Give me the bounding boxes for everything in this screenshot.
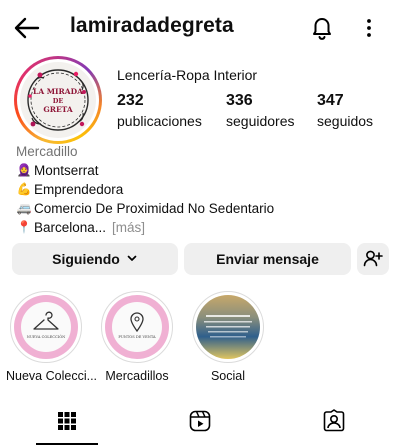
profile-bio: Mercadillo 🧕 Montserrat 💪 Emprendedora 🚐… bbox=[16, 142, 274, 237]
avatar-logo-text-1: LA MIRADA bbox=[33, 87, 83, 96]
map-pin-icon: 📍 bbox=[16, 220, 32, 234]
profile-tab-bar bbox=[0, 400, 400, 447]
highlight-cover: NUEVA COLECCIÓN bbox=[14, 295, 78, 359]
reels-icon bbox=[188, 409, 212, 438]
stat-following-value: 347 bbox=[317, 92, 344, 109]
send-message-button[interactable]: Enviar mensaje bbox=[184, 243, 351, 275]
bio-line-text: Montserrat bbox=[34, 163, 99, 178]
bio-line: 🚐 Comercio De Proximidad No Sedentario bbox=[16, 199, 275, 218]
chevron-down-icon bbox=[126, 251, 138, 267]
story-ring[interactable]: LA MIRADA DE GRETA bbox=[14, 56, 102, 144]
bio-line-text: Barcelona... bbox=[34, 220, 107, 235]
van-icon: 🚐 bbox=[16, 201, 32, 215]
tab-reels[interactable] bbox=[133, 400, 266, 447]
highlight-mercadillos[interactable]: PUNTOS DE VENTA Mercadillos bbox=[97, 291, 177, 383]
back-arrow-icon[interactable] bbox=[12, 14, 42, 42]
highlight-cover-text: NUEVA COLECCIÓN bbox=[27, 334, 66, 339]
flexed-biceps-icon: 💪 bbox=[16, 182, 32, 196]
highlight-cover bbox=[196, 295, 260, 359]
bio-line: 🧕 Montserrat bbox=[16, 161, 274, 180]
following-button-label: Siguiendo bbox=[52, 251, 120, 267]
highlight-cover: PUNTOS DE VENTA bbox=[105, 295, 169, 359]
highlight-cover-text: PUNTOS DE VENTA bbox=[118, 335, 156, 339]
grid-icon bbox=[56, 410, 78, 437]
tab-grid[interactable] bbox=[0, 400, 133, 447]
highlight-label: Mercadillos bbox=[105, 369, 169, 383]
bell-icon[interactable] bbox=[309, 14, 335, 42]
stat-posts[interactable]: 232 publicaciones bbox=[117, 92, 202, 129]
top-bar: lamiradadegreta bbox=[0, 0, 400, 56]
stat-followers[interactable]: 336 seguidores bbox=[226, 92, 295, 129]
add-person-icon bbox=[363, 249, 383, 270]
profile-category: Lencería-Ropa Interior bbox=[117, 67, 258, 83]
highlight-nueva-coleccion[interactable]: NUEVA COLECCIÓN Nueva Colecci... bbox=[6, 291, 98, 383]
stat-following-label: seguidos bbox=[317, 113, 374, 129]
tab-tagged[interactable] bbox=[267, 400, 400, 447]
stat-followers-label: seguidores bbox=[226, 113, 295, 129]
bio-line-text: Comercio De Proximidad No Sedentario bbox=[34, 201, 275, 216]
highlight-label: Nueva Colecci... bbox=[6, 369, 98, 383]
more-options-icon[interactable] bbox=[360, 14, 378, 42]
bio-line-text: Emprendedora bbox=[34, 182, 124, 197]
bio-more-link[interactable]: [más] bbox=[112, 218, 145, 237]
active-tab-indicator bbox=[36, 443, 98, 445]
stat-following[interactable]: 347 seguidos bbox=[317, 92, 373, 129]
avatar-logo-text-3: GRETA bbox=[43, 105, 73, 114]
send-message-label: Enviar mensaje bbox=[216, 251, 319, 267]
bio-line: 📍 Barcelona... [más] bbox=[16, 218, 274, 237]
highlight-social[interactable]: Social bbox=[188, 291, 268, 383]
avatar-logo-text-2: DE bbox=[53, 97, 64, 105]
following-button[interactable]: Siguiendo bbox=[12, 243, 178, 275]
stat-posts-label: publicaciones bbox=[117, 113, 202, 129]
bio-line: 💪 Emprendedora bbox=[16, 180, 274, 199]
profile-avatar: LA MIRADA DE GRETA bbox=[20, 62, 96, 138]
woman-headscarf-icon: 🧕 bbox=[16, 163, 32, 177]
highlight-label: Social bbox=[210, 369, 246, 383]
profile-username: lamiradadegreta bbox=[70, 14, 234, 37]
tagged-person-icon bbox=[322, 409, 346, 438]
stat-followers-value: 336 bbox=[226, 92, 253, 109]
bio-tag: Mercadillo bbox=[16, 144, 78, 159]
stat-posts-value: 232 bbox=[117, 92, 144, 109]
add-person-button[interactable] bbox=[357, 243, 389, 275]
